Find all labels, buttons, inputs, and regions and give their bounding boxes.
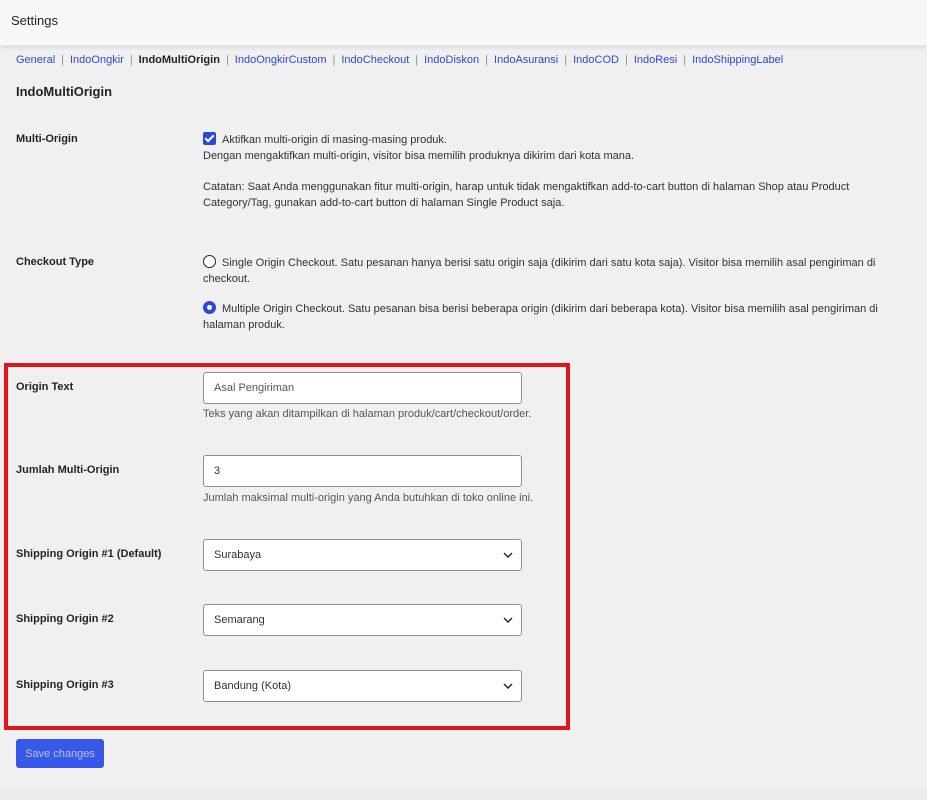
jumlah-multi-origin-label: Jumlah Multi-Origin bbox=[16, 464, 120, 476]
shipping-origin-2-value: Semarang bbox=[214, 614, 265, 626]
subnav-item-indoshippinglabel[interactable]: IndoShippingLabel bbox=[692, 54, 783, 66]
page-title: IndoMultiOrigin bbox=[16, 84, 113, 99]
subnav-separator: | bbox=[683, 54, 687, 66]
shipping-origin-3-value: Bandung (Kota) bbox=[214, 680, 292, 692]
subnav-item-indoresi[interactable]: IndoResi bbox=[634, 54, 677, 66]
origin-text-input[interactable] bbox=[203, 372, 522, 404]
single-origin-label: Single Origin Checkout. Satu pesanan han… bbox=[203, 257, 876, 285]
shipping-origin-3-label: Shipping Origin #3 bbox=[16, 679, 114, 691]
checkout-type-field: Single Origin Checkout. Satu pesanan han… bbox=[203, 255, 918, 333]
subnav-item-indomultiorigin: IndoMultiOrigin bbox=[138, 54, 220, 66]
shipping-origin-1-select[interactable]: Surabaya bbox=[203, 539, 522, 571]
subnav-item-general[interactable]: General bbox=[16, 54, 55, 66]
multiple-origin-radio[interactable] bbox=[203, 301, 216, 314]
shipping-origin-1-value: Surabaya bbox=[214, 549, 262, 561]
subnav-separator: | bbox=[61, 54, 64, 66]
shipping-origin-2-select[interactable]: Semarang bbox=[203, 604, 522, 636]
footer-strip bbox=[0, 786, 927, 800]
chevron-down-icon bbox=[503, 683, 513, 689]
chevron-down-icon bbox=[503, 617, 513, 623]
multi-origin-checkbox-label: Aktifkan multi-origin di masing-masing p… bbox=[222, 134, 447, 146]
top-bar: Settings bbox=[0, 0, 927, 46]
subnav-separator: | bbox=[485, 54, 489, 66]
subnav-separator: | bbox=[415, 54, 419, 66]
shipping-origin-3-select[interactable]: Bandung (Kota) bbox=[203, 670, 522, 702]
origin-text-description: Teks yang akan ditampilkan di halaman pr… bbox=[203, 408, 532, 420]
jumlah-multi-origin-input[interactable] bbox=[203, 455, 522, 487]
subnav-separator: | bbox=[332, 54, 336, 66]
subnav-separator: | bbox=[129, 54, 133, 66]
multi-origin-checkbox[interactable] bbox=[203, 132, 216, 145]
subnav-item-indocod[interactable]: IndoCOD bbox=[573, 54, 619, 66]
save-button[interactable]: Save changes bbox=[16, 739, 104, 768]
multiple-origin-label: Multiple Origin Checkout. Satu pesanan b… bbox=[203, 303, 878, 331]
shipping-origin-1-label: Shipping Origin #1 (Default) bbox=[16, 548, 162, 560]
checkout-type-option-single[interactable]: Single Origin Checkout. Satu pesanan han… bbox=[203, 255, 918, 287]
sub-navigation: General | IndoOngkir | IndoMultiOrigin | IndoO… bbox=[16, 54, 783, 66]
multi-origin-checkbox-row[interactable]: Aktifkan multi-origin di masing-masing p… bbox=[203, 132, 918, 149]
subnav-item-indocheckout[interactable]: IndoCheckout bbox=[341, 54, 409, 66]
multi-origin-description: Dengan mengaktifkan multi-origin, visito… bbox=[203, 149, 635, 162]
topbar-title: Settings bbox=[11, 13, 58, 28]
subnav-separator: | bbox=[624, 54, 628, 66]
subnav-separator: | bbox=[225, 54, 229, 66]
origin-text-label: Origin Text bbox=[16, 381, 74, 393]
subnav-separator: | bbox=[564, 54, 568, 66]
subnav-item-indoongkir[interactable]: IndoOngkir bbox=[70, 54, 124, 66]
chevron-down-icon bbox=[503, 552, 513, 558]
subnav-item-indodiskon[interactable]: IndoDiskon bbox=[424, 54, 479, 66]
jumlah-multi-origin-description: Jumlah maksimal multi-origin yang Anda b… bbox=[203, 492, 534, 504]
subnav-item-indoasuransi[interactable]: IndoAsuransi bbox=[494, 54, 558, 66]
checkout-type-label: Checkout Type bbox=[16, 256, 95, 268]
subnav-item-indoongkircustom[interactable]: IndoOngkirCustom bbox=[235, 54, 327, 66]
single-origin-radio[interactable] bbox=[203, 255, 216, 268]
multi-origin-field: Aktifkan multi-origin di masing-masing p… bbox=[203, 132, 918, 211]
multi-origin-label: Multi-Origin bbox=[16, 133, 78, 145]
multi-origin-note: Catatan: Saat Anda menggunakan fitur mul… bbox=[203, 181, 850, 209]
shipping-origin-2-label: Shipping Origin #2 bbox=[16, 613, 114, 625]
checkout-type-option-multiple[interactable]: Multiple Origin Checkout. Satu pesanan b… bbox=[203, 301, 918, 333]
